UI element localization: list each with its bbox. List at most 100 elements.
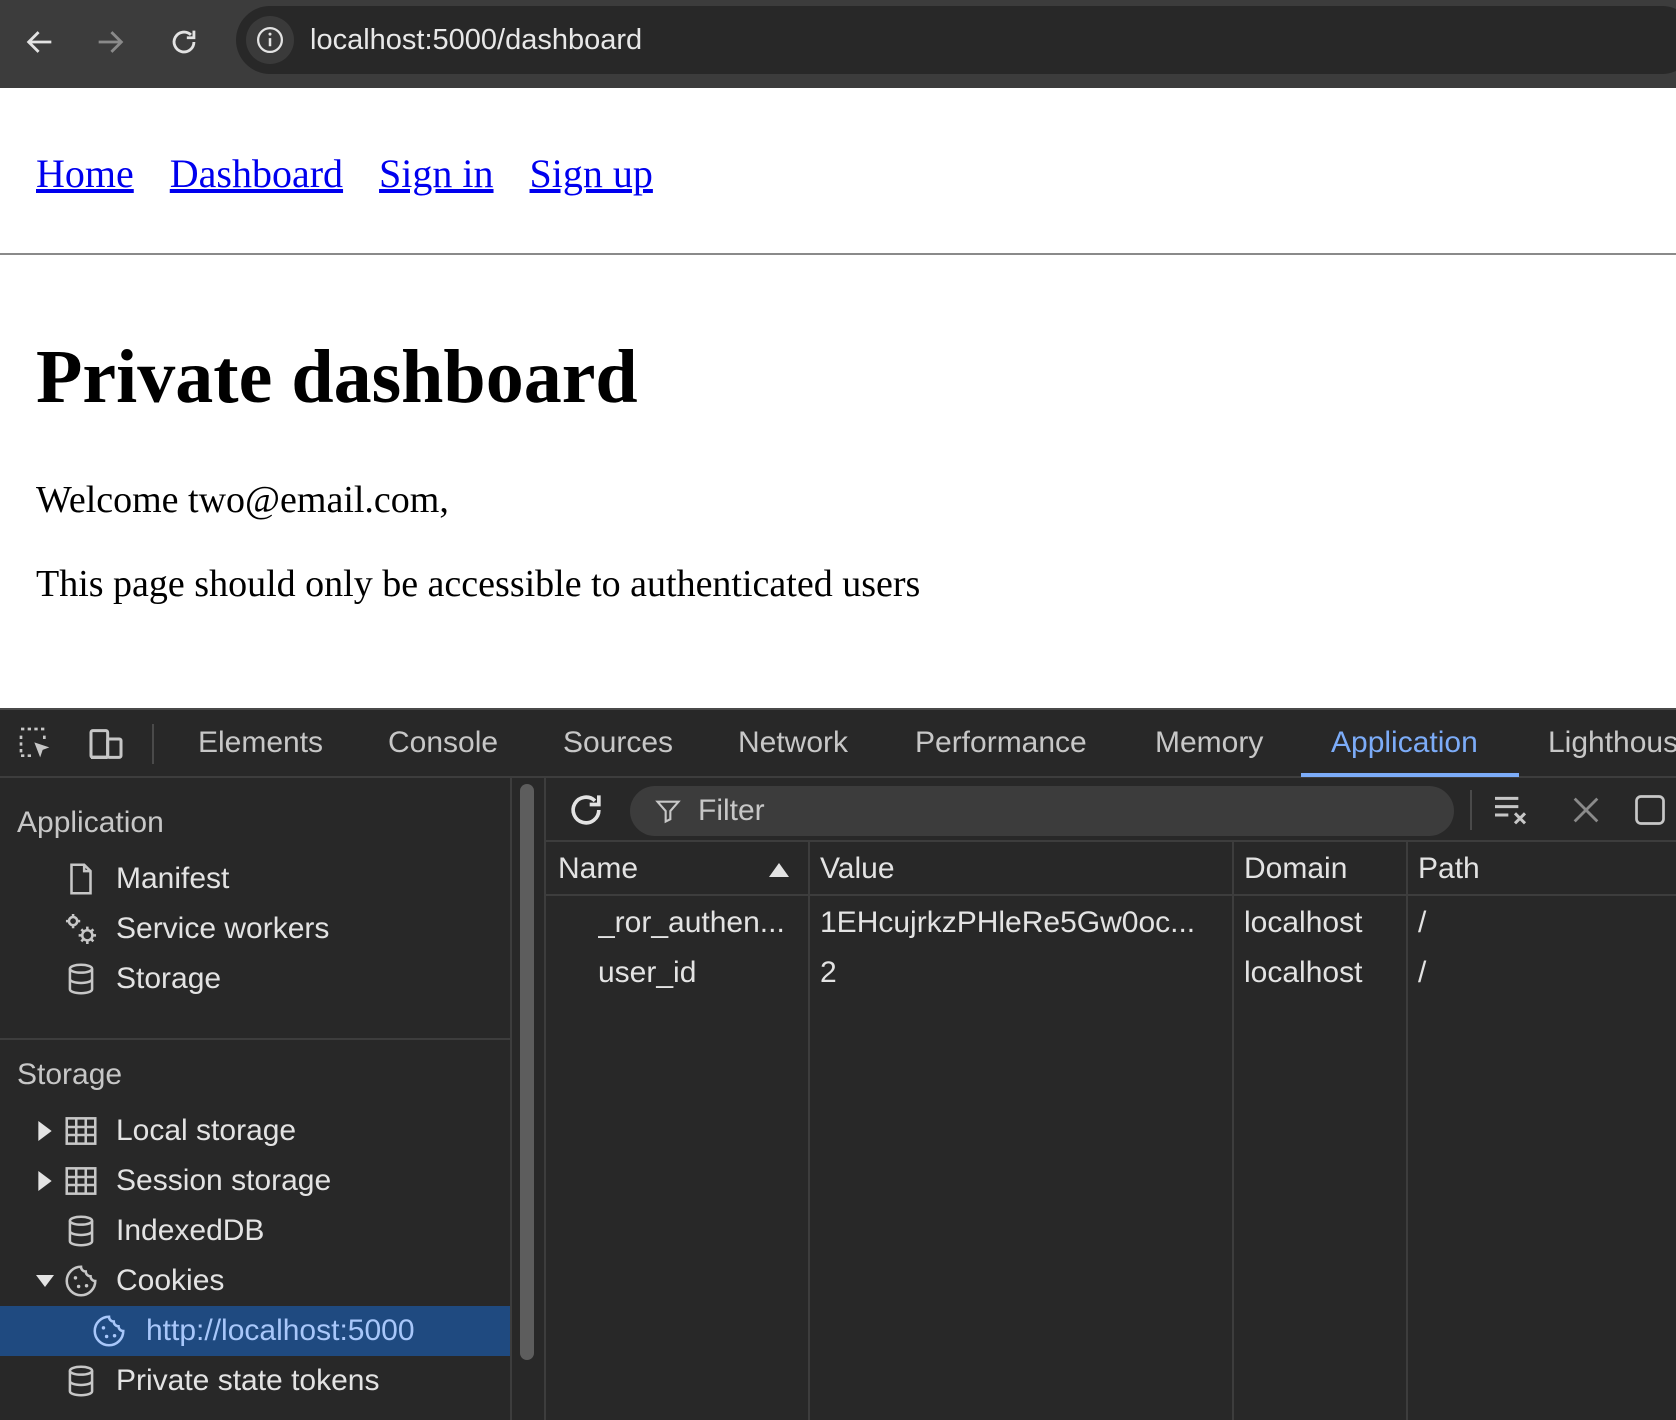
devtools-panel: Elements Console Sources Network Perform… [0, 708, 1676, 1420]
reload-button[interactable] [160, 18, 208, 66]
gears-icon [65, 913, 97, 945]
only-issues-checkbox[interactable] [1628, 788, 1672, 832]
tab-performance[interactable]: Performance [915, 726, 1087, 760]
column-header-domain[interactable]: Domain [1244, 852, 1347, 886]
database-icon [68, 1215, 94, 1247]
inspect-element-button[interactable] [14, 722, 58, 766]
tab-application[interactable]: Application [1331, 726, 1478, 760]
sidebar-item-label: Manifest [116, 862, 230, 895]
cookie-name: _ror_authen... [598, 906, 785, 939]
browser-toolbar: localhost:5000/dashboard [0, 0, 1676, 88]
toolbar-separator [1470, 790, 1472, 830]
tab-network[interactable]: Network [738, 726, 848, 760]
checkbox-icon [1635, 795, 1665, 825]
nav-link-dashboard[interactable]: Dashboard [170, 151, 343, 196]
cookie-toolbar [546, 778, 1676, 842]
sidebar-heading-application: Application [17, 806, 164, 839]
sidebar-item-storage[interactable]: Storage [0, 954, 510, 1004]
sidebar-item-session-storage[interactable]: Session storage [0, 1156, 510, 1206]
cookie-panel: Name Value Domain Path _ror_authen... 1E… [544, 778, 1676, 1420]
clear-filter-icon [1495, 796, 1527, 825]
cookie-table: Name Value Domain Path _ror_authen... 1E… [546, 842, 1676, 1420]
cookie-domain: localhost [1244, 906, 1363, 939]
sidebar-heading-storage: Storage [17, 1058, 123, 1091]
triangle-right-icon [38, 1171, 52, 1191]
refresh-icon[interactable] [564, 788, 608, 832]
sidebar-item-cookie-origin[interactable]: http://localhost:5000 [0, 1306, 510, 1356]
cookie-path: / [1418, 956, 1427, 989]
nav-link-sign-in[interactable]: Sign in [379, 151, 493, 196]
filter-input[interactable] [698, 792, 1418, 830]
inspect-icon [19, 727, 50, 758]
page-title: Private dashboard [36, 335, 638, 419]
device-icon [89, 729, 123, 759]
tab-elements[interactable]: Elements [198, 726, 323, 760]
sidebar-item-manifest[interactable]: Manifest [0, 854, 510, 904]
welcome-message: Welcome two@email.com, [36, 479, 449, 521]
column-header-name[interactable]: Name [558, 852, 638, 886]
column-header-value[interactable]: Value [820, 852, 895, 886]
sidebar-item-local-storage[interactable]: Local storage [0, 1106, 510, 1156]
cookie-icon [65, 1265, 97, 1297]
nav-link-home[interactable]: Home [36, 151, 134, 196]
tab-memory[interactable]: Memory [1155, 726, 1263, 760]
web-page: Home Dashboard Sign in Sign up Private dash… [0, 88, 1676, 708]
cookie-name: user_id [598, 956, 697, 989]
sidebar-item-label: Service workers [116, 912, 330, 945]
url-text[interactable]: localhost:5000/dashboard [310, 24, 642, 57]
triangle-down-icon [36, 1275, 54, 1287]
sidebar-item-label: IndexedDB [116, 1214, 265, 1247]
sidebar-item-indexeddb[interactable]: IndexedDB [0, 1206, 510, 1256]
table-header: Name Value Domain Path [546, 842, 1676, 896]
table-row[interactable]: _ror_authen... 1EHcujrkzPHleRe5Gw0oc... … [546, 898, 1676, 948]
triangle-right-icon [38, 1121, 52, 1141]
sidebar-item-cookies[interactable]: Cookies [0, 1256, 510, 1306]
sidebar-item-private-state-tokens[interactable]: Private state tokens [0, 1356, 510, 1406]
arrow-left-icon [26, 31, 52, 53]
nav-link-sign-up[interactable]: Sign up [530, 151, 653, 196]
tab-lighthouse[interactable]: Lighthous [1548, 726, 1676, 760]
info-icon [257, 27, 283, 53]
column-header-path[interactable]: Path [1418, 852, 1480, 886]
document-icon [70, 863, 92, 895]
sidebar-divider [0, 1038, 510, 1040]
cookie-icon [93, 1315, 125, 1347]
horizontal-rule [0, 253, 1676, 255]
sort-ascending-icon [769, 863, 789, 877]
device-toolbar-button[interactable] [84, 722, 128, 766]
filter-box[interactable] [630, 786, 1454, 836]
delete-selected-button[interactable] [1564, 788, 1608, 832]
filter-icon [655, 800, 681, 824]
arrow-right-icon [98, 31, 124, 53]
address-bar[interactable]: localhost:5000/dashboard [236, 6, 1676, 74]
sidebar-item-label: Session storage [116, 1164, 332, 1197]
sidebar-item-label: Cookies [116, 1264, 225, 1297]
application-sidebar: Application Manifest Service workers Sto… [0, 778, 512, 1420]
sidebar-scrollbar[interactable] [520, 784, 534, 1360]
site-info-button[interactable] [246, 16, 294, 64]
database-icon [68, 963, 94, 995]
sidebar-item-label: Storage [116, 962, 222, 995]
cookie-domain: localhost [1244, 956, 1363, 989]
back-button[interactable] [16, 18, 64, 66]
cookie-value: 1EHcujrkzPHleRe5Gw0oc... [820, 906, 1196, 939]
reload-icon [172, 30, 196, 54]
sidebar-item-label: Private state tokens [116, 1364, 380, 1397]
tab-console[interactable]: Console [388, 726, 498, 760]
cookie-value: 2 [820, 956, 837, 989]
table-row[interactable]: user_id 2 localhost / [546, 948, 1676, 998]
database-icon [68, 1365, 94, 1397]
sidebar-item-label: http://localhost:5000 [146, 1314, 415, 1347]
table-icon [65, 1117, 97, 1145]
close-icon [1573, 797, 1599, 823]
forward-button[interactable] [86, 18, 134, 66]
devtools-tabbar: Elements Console Sources Network Perform… [0, 710, 1676, 778]
tab-sources[interactable]: Sources [563, 726, 673, 760]
table-icon [65, 1167, 97, 1195]
active-tab-indicator [1301, 773, 1519, 777]
access-notice: This page should only be accessible to a… [36, 563, 921, 605]
site-nav: Home Dashboard Sign in Sign up [36, 150, 689, 197]
sidebar-item-service-workers[interactable]: Service workers [0, 904, 510, 954]
tabbar-separator [152, 724, 154, 764]
clear-all-button[interactable] [1488, 788, 1532, 832]
